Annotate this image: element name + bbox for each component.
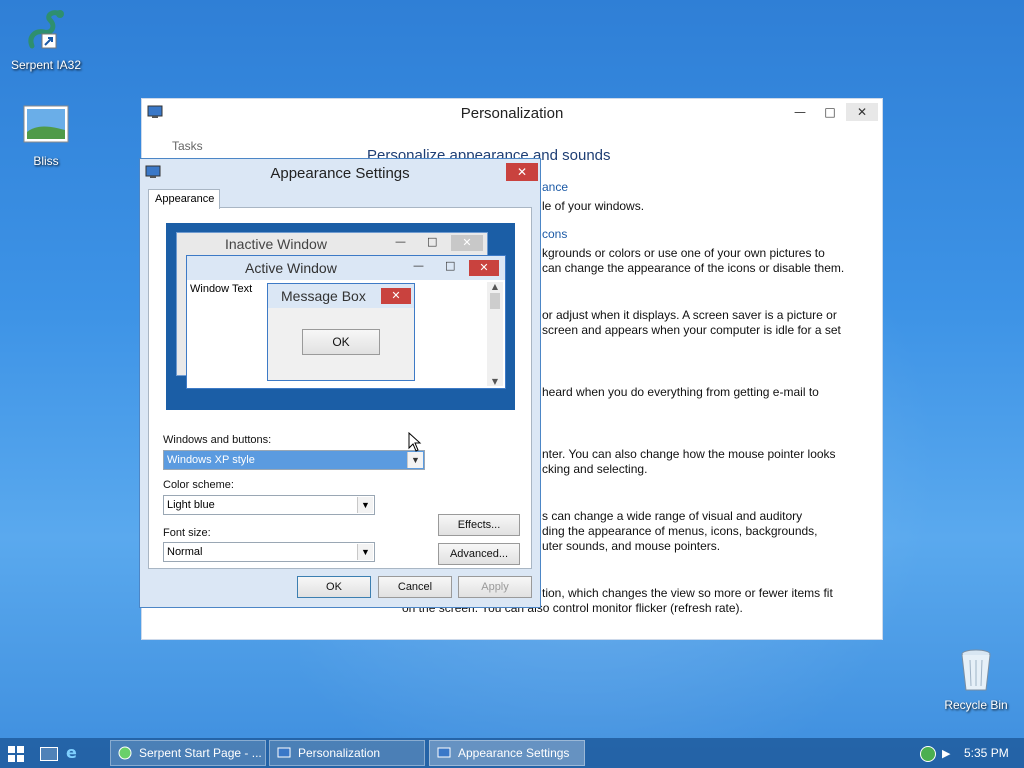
- close-button[interactable]: ✕: [846, 103, 878, 121]
- window-title: Personalization: [460, 104, 564, 122]
- ok-button[interactable]: OK: [297, 576, 371, 598]
- tab-appearance[interactable]: Appearance: [148, 189, 220, 209]
- volume-icon[interactable]: ▶: [942, 747, 954, 760]
- preview-message-titlebar: Message Box ✕: [268, 284, 414, 308]
- personalization-titlebar[interactable]: Personalization — □ ✕: [142, 99, 882, 127]
- chevron-down-icon: ▼: [357, 544, 373, 560]
- desktop-icon-label: Recycle Bin: [944, 698, 1008, 712]
- taskbar-item-personalization[interactable]: Personalization: [269, 740, 425, 766]
- taskbar-item-serpent[interactable]: Serpent Start Page - ...: [110, 740, 266, 766]
- personalization-icon: [277, 746, 291, 760]
- image-icon: [22, 102, 70, 150]
- close-icon: ✕: [451, 235, 483, 251]
- maximize-icon: □: [427, 235, 438, 248]
- description-text: uter sounds, and mouse pointers.: [542, 539, 721, 553]
- appearance-titlebar[interactable]: Appearance Settings ✕: [140, 159, 540, 187]
- description-text: nter. You can also change how the mouse …: [542, 447, 836, 461]
- desktop-icon-recycle-bin[interactable]: Recycle Bin: [936, 646, 1016, 712]
- network-icon[interactable]: [920, 746, 936, 762]
- color-scheme-value: Light blue: [167, 499, 215, 511]
- apply-button[interactable]: Apply: [458, 576, 532, 598]
- windows-logo-icon: [8, 746, 24, 762]
- taskbar: e Serpent Start Page - ... Personalizati…: [0, 738, 1024, 768]
- preview-active-title: Active Window: [245, 260, 337, 276]
- desktop-icon-bliss[interactable]: Bliss: [6, 102, 86, 168]
- chevron-down-icon: ▼: [407, 452, 423, 468]
- cancel-button[interactable]: Cancel: [378, 576, 452, 598]
- chevron-down-icon: ▼: [491, 377, 499, 386]
- description-text: s can change a wide range of visual and …: [542, 509, 803, 523]
- description-text: ding the appearance of menus, icons, bac…: [542, 524, 818, 538]
- taskbar-item-label: Serpent Start Page - ...: [139, 746, 262, 760]
- taskbar-item-label: Personalization: [298, 746, 381, 760]
- preview-inactive-title: Inactive Window: [225, 236, 327, 252]
- font-size-select[interactable]: Normal ▼: [163, 542, 375, 562]
- font-size-label: Font size:: [163, 527, 211, 539]
- browser-icon: [118, 746, 132, 760]
- windows-buttons-value: Windows XP style: [167, 454, 255, 466]
- preview-window-text: Window Text: [190, 283, 253, 295]
- description-text: kgrounds or colors or use one of your ow…: [542, 246, 825, 260]
- recycle-bin-icon: [952, 646, 1000, 694]
- windows-buttons-select[interactable]: Windows XP style ▼: [163, 450, 425, 470]
- appearance-icon: [437, 746, 451, 760]
- maximize-icon: □: [445, 259, 456, 272]
- preview-active-window: Active Window — □ ✕ Window Text ▲ ▼ Mess…: [186, 255, 506, 389]
- close-icon: ✕: [469, 260, 499, 276]
- preview-message-title: Message Box: [281, 288, 366, 304]
- serpent-icon: [22, 6, 70, 54]
- start-button[interactable]: [8, 746, 24, 762]
- description-text: heard when you do everything from gettin…: [542, 385, 819, 399]
- minimize-icon: —: [413, 259, 424, 272]
- minimize-button[interactable]: —: [786, 103, 814, 121]
- description-text: or adjust when it displays. A screen sav…: [542, 308, 837, 322]
- chevron-up-icon: ▲: [491, 282, 499, 291]
- link-desktop-icons[interactable]: cons: [542, 227, 567, 241]
- font-size-value: Normal: [167, 546, 203, 558]
- desktop-icon-label: Bliss: [33, 154, 59, 168]
- preview-message-box: Message Box ✕ OK: [267, 283, 415, 381]
- dialog-title: Appearance Settings: [270, 164, 410, 182]
- maximize-button[interactable]: □: [816, 103, 844, 121]
- clock[interactable]: 5:35 PM: [964, 746, 1009, 760]
- taskbar-item-appearance[interactable]: Appearance Settings: [429, 740, 585, 766]
- description-text: cking and selecting.: [542, 462, 648, 476]
- color-scheme-label: Color scheme:: [163, 479, 234, 491]
- show-desktop-icon[interactable]: [40, 747, 58, 761]
- windows-buttons-label: Windows and buttons:: [163, 434, 272, 446]
- tasks-label: Tasks: [172, 139, 203, 153]
- appearance-preview: Inactive Window — □ ✕ Active Window — □ …: [166, 223, 515, 410]
- mouse-pointer-icon: [408, 431, 422, 452]
- desktop-icon-label: Serpent IA32: [10, 58, 82, 72]
- link-window-color[interactable]: ance: [542, 180, 568, 194]
- appearance-tab-panel: Inactive Window — □ ✕ Active Window — □ …: [148, 207, 532, 569]
- taskbar-item-label: Appearance Settings: [458, 746, 570, 760]
- chevron-down-icon: ▼: [357, 497, 373, 513]
- color-scheme-select[interactable]: Light blue ▼: [163, 495, 375, 515]
- preview-scrollbar: ▲ ▼: [487, 282, 503, 386]
- description-text: screen and appears when your computer is…: [542, 323, 841, 337]
- minimize-icon: —: [395, 235, 406, 248]
- preview-inactive-titlebar: Inactive Window — □ ✕: [177, 233, 487, 255]
- close-icon: ✕: [381, 288, 411, 304]
- preview-ok-button: OK: [302, 329, 380, 355]
- scroll-thumb: [490, 293, 500, 309]
- effects-button[interactable]: Effects...: [438, 514, 520, 536]
- description-text: can change the appearance of the icons o…: [542, 261, 845, 275]
- desktop-icon-serpent[interactable]: Serpent IA32: [6, 6, 86, 72]
- description-text: tion, which changes the view so more or …: [542, 586, 833, 600]
- description-text: le of your windows.: [542, 199, 645, 213]
- close-button[interactable]: ✕: [506, 163, 538, 181]
- internet-explorer-icon[interactable]: e: [66, 744, 84, 762]
- preview-active-titlebar: Active Window — □ ✕: [187, 256, 505, 280]
- appearance-settings-dialog: Appearance Settings ✕ Appearance Inactiv…: [139, 158, 541, 608]
- advanced-button[interactable]: Advanced...: [438, 543, 520, 565]
